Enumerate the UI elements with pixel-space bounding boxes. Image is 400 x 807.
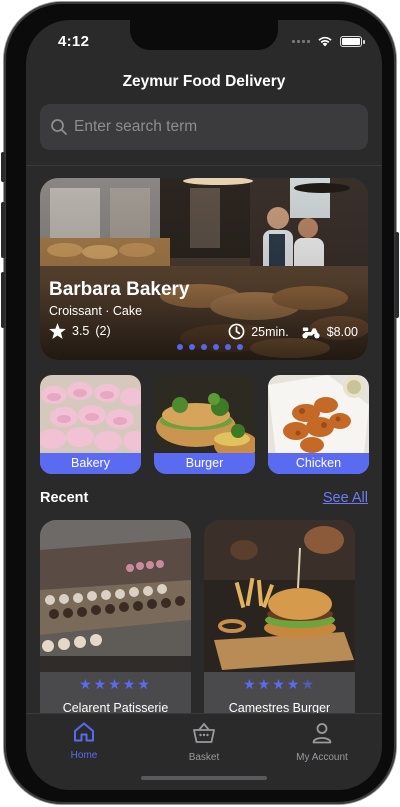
account-icon [312,723,332,744]
pager-dot[interactable] [201,344,207,350]
delivery-fee: $8.00 [326,324,358,339]
recent-restaurant-card[interactable]: ★★★★★ Celarent Patisserie [40,520,191,720]
pager-dot[interactable] [225,344,231,350]
pager-dot[interactable] [189,344,195,350]
clock-icon [228,323,245,340]
pager-dot[interactable] [237,344,243,350]
category-label: Burger [154,453,255,474]
category-label: Bakery [40,453,141,474]
see-all-link[interactable]: See All [323,490,368,506]
home-indicator[interactable] [141,776,267,780]
pager-dot[interactable] [177,344,183,350]
category-burger[interactable]: Burger [154,375,255,474]
review-count: (2) [95,324,111,338]
header-divider [26,165,382,166]
category-label: Chicken [268,453,369,474]
status-time: 4:12 [58,33,90,50]
search-input[interactable] [74,118,354,136]
tab-label: Basket [188,752,220,763]
rating-value: 3.5 [72,324,90,338]
tab-basket[interactable]: Basket [154,722,254,763]
wifi-icon [318,36,332,47]
featured-restaurant-card[interactable]: Barbara Bakery Croissant · Cake 3.5 (2) … [40,178,368,360]
phone-frame: 4:12 Zeymur Food Delivery Enter search t… [1,2,399,804]
scooter-icon [302,326,320,338]
carousel-pager[interactable] [177,344,243,350]
delivery-time: 25min. [251,324,289,339]
featured-name: Barbara Bakery [49,279,190,300]
patisserie-photo [40,520,191,672]
basket-icon [193,722,215,743]
search-bar[interactable] [40,104,368,150]
search-icon [51,119,67,135]
volume-down-button [1,272,5,328]
pager-dot[interactable] [213,344,219,350]
featured-tags: Croissant · Cake [49,304,143,318]
status-icons [292,35,365,47]
tab-label: Home [70,750,98,761]
page-title: Zeymur Food Delivery [122,73,286,90]
tab-my-account[interactable]: My Account [272,722,372,763]
category-chicken[interactable]: Chicken [268,375,369,474]
app-screen: 4:12 Zeymur Food Delivery Enter search t… [26,20,382,790]
recent-restaurant-card[interactable]: ★★★★★ Camestres Burger [204,520,355,720]
burger-meal-photo [204,520,355,672]
volume-up-button [1,202,5,258]
home-icon [74,722,94,742]
star-icon [49,323,66,339]
rating-stars: ★★★★★ [79,676,152,692]
tab-home[interactable]: Home [34,722,134,761]
featured-rating: 3.5 (2) [49,323,111,339]
mute-switch [1,152,5,182]
featured-delivery-info: 25min. $8.00 [228,323,358,340]
category-bakery[interactable]: Bakery [40,375,141,474]
power-button [395,232,399,318]
recent-section-title: Recent [40,490,89,506]
battery-icon [340,35,365,47]
signal-icon [292,39,310,43]
tab-label: My Account [296,752,348,763]
notch [130,20,278,50]
rating-stars: ★★★★★ [243,676,316,692]
